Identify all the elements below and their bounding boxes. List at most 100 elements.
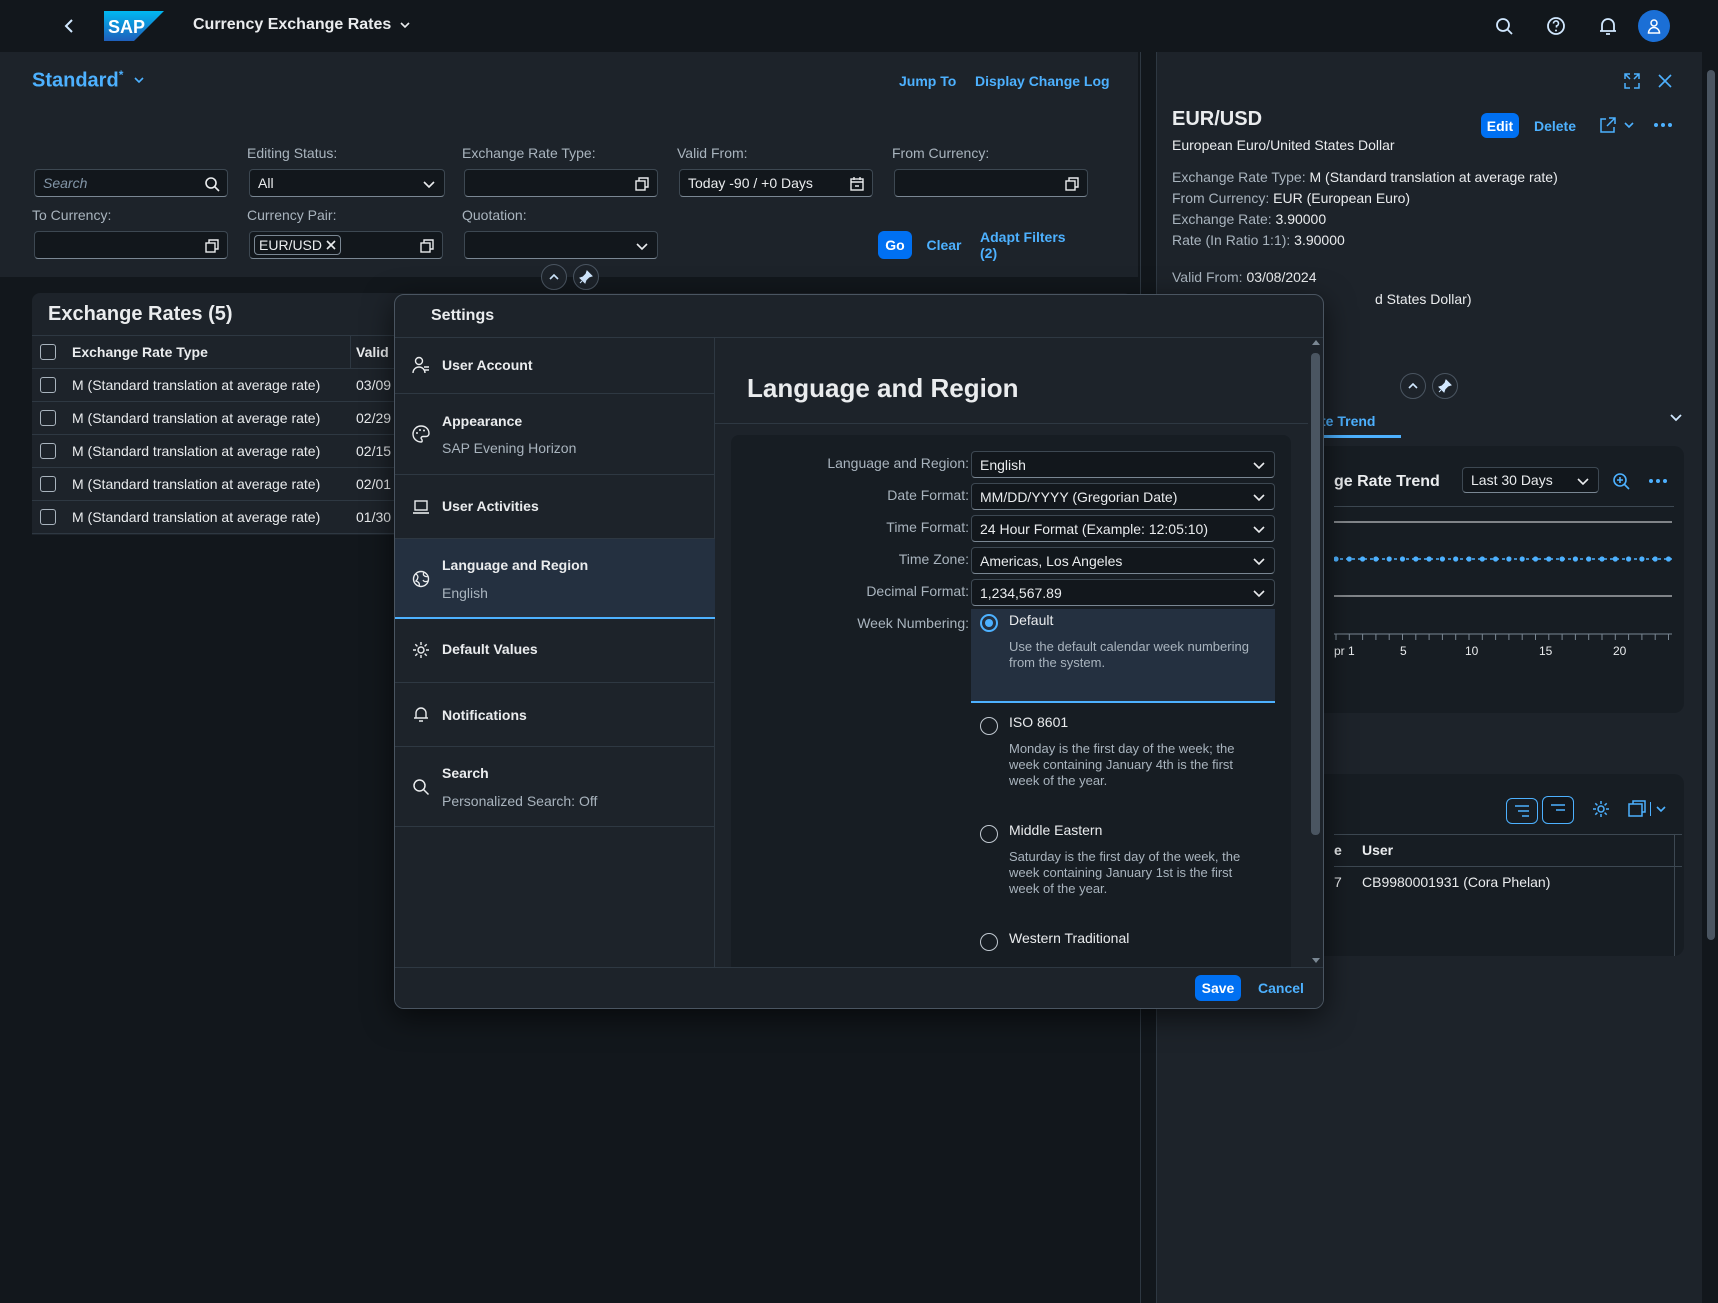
data-point[interactable] — [1413, 556, 1419, 562]
radio-button[interactable] — [980, 614, 998, 632]
data-point[interactable] — [1586, 556, 1592, 562]
dialog-scrollbar[interactable] — [1308, 337, 1323, 967]
app-title-menu[interactable]: Currency Exchange Rates — [193, 16, 411, 34]
gear-icon[interactable] — [1592, 800, 1610, 818]
table-row[interactable]: M (Standard translation at average rate)… — [32, 468, 402, 501]
scrollbar-thumb[interactable] — [1707, 70, 1715, 940]
collapse-header-button[interactable] — [541, 264, 567, 290]
bell-icon[interactable] — [1596, 14, 1620, 38]
fullscreen-icon[interactable] — [1623, 72, 1641, 90]
editing-status-select[interactable]: All — [249, 169, 445, 197]
radio-button[interactable] — [980, 717, 998, 735]
save-button[interactable]: Save — [1195, 975, 1241, 1001]
data-point[interactable] — [1519, 556, 1525, 562]
decimal-format-select[interactable]: 1,234,567.89 — [971, 579, 1275, 606]
avatar[interactable] — [1638, 10, 1670, 42]
change-log-link[interactable]: Display Change Log — [975, 73, 1110, 89]
close-icon[interactable] — [326, 240, 336, 250]
data-point[interactable] — [1360, 556, 1366, 562]
data-point[interactable] — [1334, 556, 1339, 562]
data-point[interactable] — [1546, 556, 1552, 562]
time-zone-select[interactable]: Americas, Los Angeles — [971, 547, 1275, 574]
chevron-down-icon[interactable] — [1669, 410, 1683, 424]
row-checkbox[interactable] — [40, 509, 56, 525]
collapse-header-button[interactable] — [1400, 373, 1426, 399]
nav-item-search[interactable]: Search Personalized Search: Off — [395, 747, 715, 827]
page-scrollbar[interactable] — [1703, 52, 1718, 1303]
share-menu-button[interactable] — [1599, 116, 1635, 134]
select-all-checkbox[interactable] — [40, 344, 56, 360]
nav-item-language-region[interactable]: Language and Region English — [395, 539, 715, 619]
search-icon[interactable] — [1492, 14, 1516, 38]
data-point[interactable] — [1612, 556, 1618, 562]
table-row[interactable]: M (Standard translation at average rate)… — [32, 501, 402, 534]
to-currency-input[interactable] — [34, 231, 228, 259]
cancel-button[interactable]: Cancel — [1253, 975, 1309, 1001]
radio-week-middle-eastern[interactable]: Middle Eastern Saturday is the first day… — [971, 811, 1275, 919]
data-point[interactable] — [1599, 556, 1605, 562]
row-checkbox[interactable] — [40, 410, 56, 426]
radio-week-default[interactable]: Default Use the default calendar week nu… — [971, 609, 1275, 703]
nav-item-notifications[interactable]: Notifications — [395, 683, 715, 747]
nav-item-user-account[interactable]: User Account — [395, 337, 715, 394]
time-format-select[interactable]: 24 Hour Format (Example: 12:05:10) — [971, 515, 1275, 542]
data-point[interactable] — [1559, 556, 1565, 562]
data-point[interactable] — [1493, 556, 1499, 562]
calendar-icon[interactable] — [849, 176, 865, 192]
data-point[interactable] — [1346, 556, 1352, 562]
quotation-select[interactable] — [464, 231, 658, 259]
more-icon[interactable] — [1653, 116, 1673, 134]
row-checkbox[interactable] — [40, 476, 56, 492]
data-point[interactable] — [1506, 556, 1512, 562]
group-button[interactable] — [1542, 796, 1574, 824]
value-help-icon[interactable] — [204, 238, 220, 254]
help-icon[interactable] — [1544, 14, 1568, 38]
row-checkbox[interactable] — [40, 443, 56, 459]
jump-to-link[interactable]: Jump To — [899, 73, 956, 89]
data-point[interactable] — [1426, 556, 1432, 562]
edit-button[interactable]: Edit — [1481, 113, 1519, 138]
scroll-up-icon[interactable] — [1312, 339, 1320, 345]
radio-week-iso[interactable]: ISO 8601 Monday is the first day of the … — [971, 703, 1275, 811]
data-point[interactable] — [1373, 556, 1379, 562]
column-header[interactable]: Exchange Rate Type — [72, 344, 352, 360]
valid-from-input[interactable]: Today -90 / +0 Days — [679, 169, 873, 197]
pin-header-button[interactable] — [573, 264, 599, 290]
row-checkbox[interactable] — [40, 377, 56, 393]
variant-selector[interactable]: Standard* — [32, 68, 145, 93]
close-icon[interactable] — [1657, 73, 1673, 89]
tab-rate-trend[interactable]: te Trend — [1321, 413, 1375, 429]
value-help-icon[interactable] — [634, 176, 650, 192]
date-format-select[interactable]: MM/DD/YYYY (Gregorian Date) — [971, 483, 1275, 510]
data-point[interactable] — [1532, 556, 1539, 562]
sap-logo[interactable]: SAP — [104, 11, 164, 41]
rate-type-input[interactable] — [464, 169, 658, 197]
search-input[interactable]: Search — [34, 169, 228, 197]
adapt-filters-button[interactable]: Adapt Filters (2) — [980, 229, 1086, 261]
nav-item-user-activities[interactable]: User Activities — [395, 475, 715, 539]
data-point[interactable] — [1626, 556, 1632, 562]
data-point[interactable] — [1572, 556, 1578, 562]
more-icon[interactable] — [1648, 472, 1668, 490]
value-help-icon[interactable] — [419, 238, 435, 254]
nav-item-appearance[interactable]: Appearance SAP Evening Horizon — [395, 394, 715, 475]
table-row[interactable]: M (Standard translation at average rate)… — [32, 369, 402, 402]
data-point[interactable] — [1466, 556, 1472, 562]
data-point[interactable] — [1639, 556, 1645, 562]
radio-week-western[interactable]: Western Traditional — [971, 919, 1275, 967]
data-point[interactable] — [1386, 556, 1392, 562]
back-icon[interactable] — [60, 16, 80, 36]
zoom-in-icon[interactable] — [1612, 472, 1630, 490]
trend-range-select[interactable]: Last 30 Days — [1462, 467, 1599, 493]
data-point[interactable] — [1652, 556, 1658, 562]
table-row[interactable]: M (Standard translation at average rate)… — [32, 435, 402, 468]
radio-button[interactable] — [980, 933, 998, 951]
export-menu-button[interactable] — [1628, 800, 1670, 818]
language-select[interactable]: English — [971, 451, 1275, 478]
go-button[interactable]: Go — [878, 231, 912, 259]
nav-item-default-values[interactable]: Default Values — [395, 619, 715, 683]
scrollbar-thumb[interactable] — [1311, 353, 1320, 835]
radio-button[interactable] — [980, 825, 998, 843]
data-point[interactable] — [1453, 556, 1459, 562]
scroll-down-icon[interactable] — [1312, 958, 1320, 964]
